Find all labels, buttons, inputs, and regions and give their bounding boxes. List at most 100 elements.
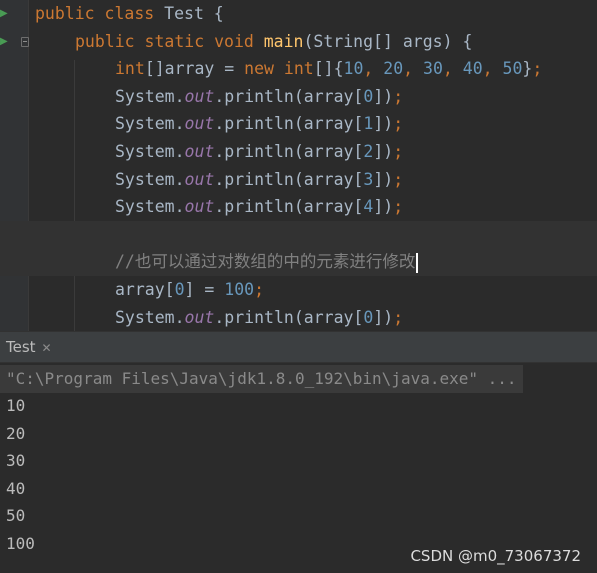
code-token: 0 [363,307,374,327]
code-token: 50 [502,59,523,79]
code-token: ]) [373,169,394,189]
console-output-line: 20 [6,423,26,443]
code-line[interactable]: System.out.println(array[2]); [0,138,597,166]
code-token: ; [532,59,543,79]
code-token: ; [393,142,404,161]
console-command-line[interactable]: "C:\Program Files\Java\jdk1.8.0_192\bin\… [0,365,523,393]
code-token: 20 [383,59,404,79]
run-tool-window-header: Test ✕ [0,331,597,363]
code-line[interactable]: public class Test { [0,0,597,28]
code-token: public class [35,4,165,23]
code-token: Test { [164,4,224,23]
code-line-text: array[0] = 100; [115,276,264,304]
code-line-text: public class Test { [35,0,224,28]
code-line-text: System.out.println(array[1]); [115,110,403,138]
code-token: .println(array[ [214,142,364,161]
code-token: System. [115,114,185,134]
code-line[interactable]: public static void main(String[] args) { [0,28,597,56]
code-line[interactable]: System.out.println(array[3]); [0,166,597,194]
code-token: ]) [373,307,394,327]
code-token: .println(array[ [214,197,364,217]
console-output-line: 10 [6,396,26,415]
watermark: CSDN @m0_73067372 [410,547,581,565]
code-token: 4 [363,197,374,217]
code-token: System. [115,307,185,327]
code-token: .println(array[ [214,169,364,189]
code-token: 0 [174,280,185,299]
code-token: 30 [423,59,443,79]
code-token: ; [393,169,404,189]
code-token: ]) [373,142,394,161]
code-token: .println(array[ [214,114,364,134]
code-token: (String[] args) { [303,31,473,51]
code-token: , [363,59,384,79]
code-line[interactable]: System.out.println(array[4]); [0,193,597,221]
console-output-line: 30 [6,451,26,471]
code-token: ]) [373,197,394,217]
code-token: 3 [363,169,374,189]
code-line-text: //也可以通过对数组的中的元素进行修改 [115,248,419,276]
code-token: 1 [363,114,374,134]
code-token: out [184,307,215,327]
code-token: System. [115,86,185,106]
code-line-text: System.out.println(array[0]); [115,304,403,331]
code-token: out [184,142,215,161]
console-output-line: 50 [6,506,26,526]
code-token: System. [115,197,185,217]
code-token: new int [244,59,314,79]
code-token: 100 [224,280,255,299]
code-line-text: System.out.println(array[0]); [115,83,403,111]
code-token: out [184,197,215,217]
code-token: []{ [313,59,344,79]
code-line-text: System.out.println(array[2]); [115,138,403,166]
code-line[interactable] [0,220,597,249]
code-line-text: System.out.println(array[3]); [115,166,403,194]
code-token: ; [393,86,404,106]
code-token: out [184,114,215,134]
run-tab-label: Test [6,338,36,356]
console-output[interactable]: "C:\Program Files\Java\jdk1.8.0_192\bin\… [0,363,597,573]
text-caret [416,252,419,273]
console-output-line: 40 [6,478,26,498]
code-token: out [184,169,215,189]
code-token: , [482,59,503,79]
code-token: , [442,59,463,79]
code-token: main [263,31,304,51]
code-line[interactable]: System.out.println(array[0]); [0,83,597,111]
code-token: .println(array[ [214,307,364,327]
code-token: array[ [115,280,175,299]
code-token: []array = [144,59,245,79]
code-token: System. [115,169,185,189]
console-output-line: 100 [6,534,35,553]
code-token: ; [393,197,404,217]
code-token: , [403,59,424,79]
code-token: public static void [75,31,264,51]
code-token: ; [254,280,265,299]
code-token: 10 [343,59,364,79]
code-token: ; [393,114,404,134]
code-token: 2 [363,142,374,161]
close-icon[interactable]: ✕ [42,333,52,363]
code-token: out [184,86,215,106]
code-line-text: System.out.println(array[4]); [115,193,403,221]
code-line-text: int[]array = new int[]{10, 20, 30, 40, 5… [115,55,542,83]
code-line[interactable]: System.out.println(array[0]); [0,304,597,331]
code-token: int [115,59,145,79]
code-token: } [522,59,533,79]
code-token: ]) [373,86,394,106]
code-editor[interactable]: ▶ ▶ public class Test {public static voi… [0,0,597,331]
code-line[interactable]: int[]array = new int[]{10, 20, 30, 40, 5… [0,55,597,83]
code-line-text: public static void main(String[] args) { [75,28,472,56]
code-line[interactable]: array[0] = 100; [0,276,597,304]
code-token: .println(array[ [214,86,364,106]
code-token: ] = [184,280,225,299]
code-token: ]) [373,114,394,134]
code-token: System. [115,142,185,161]
tab-run-test[interactable]: Test ✕ [0,332,60,362]
code-token: ; [393,307,404,327]
code-token: //也可以通过对数组的中的元素进行修改 [115,252,416,272]
code-token: 40 [462,59,483,79]
code-token: 0 [363,86,374,106]
code-line[interactable]: System.out.println(array[1]); [0,110,597,138]
code-line[interactable]: //也可以通过对数组的中的元素进行修改 [0,248,597,276]
